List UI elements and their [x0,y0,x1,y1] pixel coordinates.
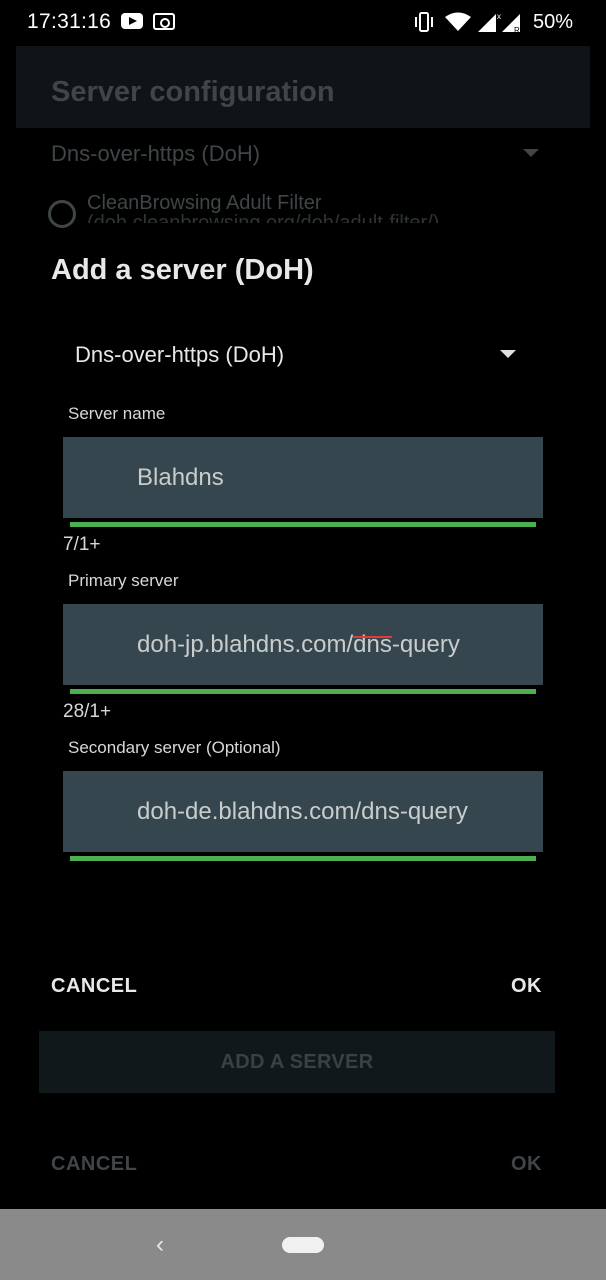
home-icon[interactable] [282,1237,324,1253]
navigation-bar: ‹ [0,1209,606,1280]
primary-server-field[interactable]: doh-jp.blahdns.com/dns-query [63,604,543,685]
wifi-icon [445,12,471,31]
primary-server-value-part: -query [391,631,460,658]
protocol-select[interactable]: Dns-over-https (DoH) [63,330,533,380]
primary-server-underline [70,689,536,694]
background-protocol-select: Dns-over-https (DoH) [51,141,261,166]
signal-icon: x R [478,12,520,34]
radio-sublabel: (doh.cleanbrowsing.org/doh/adult-filter/… [87,213,507,223]
secondary-server-input[interactable]: doh-de.blahdns.com/dns-query [137,771,543,852]
primary-server-counter: 28/1+ [63,701,112,722]
svg-text:x: x [497,12,501,21]
background-ok-button: OK [511,1153,542,1175]
secondary-server-label: Secondary server (Optional) [68,738,281,757]
server-name-underline [70,522,536,527]
status-bar: 17:31:16 x R 50% [0,0,606,46]
background-cancel-button: CANCEL [51,1153,138,1175]
misspelled-word: dns [353,631,392,658]
secondary-server-field[interactable]: doh-de.blahdns.com/dns-query [63,771,543,852]
svg-text:R: R [514,26,520,34]
primary-server-value-part: doh-jp.blahdns.com/ [137,631,354,658]
background-dialog-title: Server configuration [51,76,335,108]
primary-server-input[interactable]: doh-jp.blahdns.com/dns-query [137,604,543,685]
radio-button [48,200,76,228]
protocol-select-value: Dns-over-https (DoH) [75,342,285,367]
vibrate-icon [415,12,433,32]
server-name-counter: 7/1+ [63,534,101,555]
back-icon[interactable]: ‹ [150,1233,170,1257]
radio-label: CleanBrowsing Adult Filter [87,192,322,214]
dialog-title: Add a server (DoH) [51,254,314,286]
cancel-button[interactable]: CANCEL [51,975,137,998]
radio-notification-icon [153,13,175,30]
secondary-server-underline [70,856,536,861]
dropdown-arrow-icon [500,350,516,358]
battery-percentage: 50% [533,11,574,33]
ok-button[interactable]: OK [511,975,542,998]
server-name-input[interactable]: Blahdns [137,437,543,518]
status-time: 17:31:16 [27,10,112,33]
youtube-notification-icon [121,13,143,29]
dropdown-arrow-icon [523,149,539,157]
server-name-field[interactable]: Blahdns [63,437,543,518]
server-name-label: Server name [68,404,166,423]
add-server-button: ADD A SERVER [39,1031,555,1093]
primary-server-label: Primary server [68,571,179,590]
